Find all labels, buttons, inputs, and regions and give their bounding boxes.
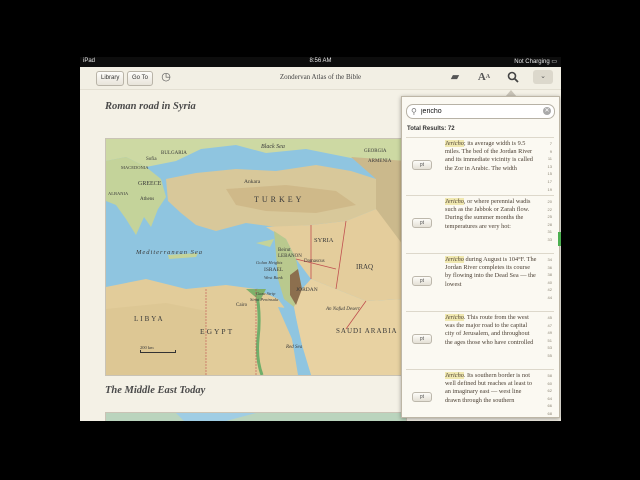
side-tab-indicator xyxy=(558,232,561,246)
search-field-icon: ⚲ xyxy=(411,107,417,116)
top-toolbar: Library Go To ◷ Zondervan Atlas of the B… xyxy=(80,67,561,90)
label-damascus: Damascus xyxy=(304,259,325,264)
total-results: Total Results: 72 xyxy=(407,126,455,132)
result-line-numbers: 58606264666870 xyxy=(547,373,552,415)
label-saudi: SAUDI ARABIA xyxy=(336,327,398,335)
result-highlight: Jericho xyxy=(445,198,464,205)
label-sofia: Sofia xyxy=(146,157,157,162)
search-field[interactable]: ⚲ ✕ xyxy=(406,104,555,119)
result-page-badge[interactable]: pt xyxy=(412,218,432,228)
search-result-item[interactable]: pt Jericho. This route from the west was … xyxy=(406,311,554,369)
font-size-icon[interactable]: AA xyxy=(477,70,491,84)
result-highlight: Jericho xyxy=(445,140,464,147)
map-scale-label: 200 km xyxy=(140,345,154,350)
toc-button-icon[interactable]: ⌄ xyxy=(533,70,553,84)
label-lebanon: LEBANON xyxy=(278,254,302,259)
label-armenia: ARMENIA xyxy=(368,159,392,164)
search-result-item[interactable]: pt Jericho. Its southern border is not we… xyxy=(406,369,554,415)
result-snippet: Jericho. This route from the west was th… xyxy=(445,314,537,366)
search-result-item[interactable]: pt Jericho; its average width is 9.5 mile… xyxy=(406,137,554,195)
battery-icon: ▭ xyxy=(551,59,557,65)
result-snippet: Jericho during August is 104°F. The Jord… xyxy=(445,256,537,308)
label-israel: ISRAEL xyxy=(264,267,284,273)
bookmarks-bag-icon[interactable]: ▰ xyxy=(448,70,462,84)
middle-east-map[interactable]: BULGARIA Sofia MACEDONIA GREECE ALBANIA … xyxy=(105,138,407,376)
search-result-item[interactable]: pt Jericho during August is 104°F. The Jo… xyxy=(406,253,554,311)
label-iraq: IRAQ xyxy=(356,263,374,271)
label-syria: SYRIA xyxy=(314,237,334,244)
label-jordan: JORDAN xyxy=(296,287,318,293)
label-golan: Golan Heights xyxy=(256,260,283,265)
font-icon-label: A xyxy=(477,71,486,83)
label-cairo: Cairo xyxy=(236,303,248,308)
label-west-bank: West Bank xyxy=(264,275,283,280)
label-libya: LIBYA xyxy=(134,315,165,323)
battery-text: Not Charging xyxy=(514,59,550,65)
result-line-numbers: 7 9 11 13 15 17 19 xyxy=(547,141,552,192)
label-black-sea: Black Sea xyxy=(261,144,285,150)
search-popover: ⚲ ✕ Total Results: 72 pt Jericho; its ave… xyxy=(401,96,560,418)
result-snippet: Jericho, or where perennial wadis such a… xyxy=(445,198,537,250)
status-time: 8:56 AM xyxy=(309,58,332,64)
label-albania: ALBANIA xyxy=(108,191,129,196)
search-icon[interactable] xyxy=(506,70,520,84)
battery-status: Not Charging ▭ xyxy=(514,58,557,65)
result-highlight: Jericho xyxy=(445,372,464,379)
label-ankara: Ankara xyxy=(244,179,261,185)
status-bar: iPad 8:56 AM Not Charging ▭ xyxy=(80,57,561,67)
result-line-numbers: 34 36 38 40 42 44 xyxy=(547,257,552,300)
map-graphic xyxy=(106,139,406,375)
search-results-list[interactable]: pt Jericho; its average width is 9.5 mile… xyxy=(406,137,554,415)
search-result-item[interactable]: pt Jericho, or where perennial wadis such… xyxy=(406,195,554,253)
label-bulgaria: BULGARIA xyxy=(161,151,187,156)
label-red-sea: Red Sea xyxy=(286,345,303,350)
result-page-badge[interactable]: pt xyxy=(412,334,432,344)
result-line-numbers: 20 22 25 28 31 33 xyxy=(547,199,552,242)
label-sinai: Sinai Peninsula xyxy=(250,297,279,302)
map-scale-bar: 200 km xyxy=(140,345,176,353)
result-line-numbers: 45 47 49 51 53 55 xyxy=(547,315,552,358)
result-snippet: Jericho. Its southern border is not well… xyxy=(445,372,537,415)
result-highlight: Jericho xyxy=(445,314,464,321)
result-page-badge[interactable]: pt xyxy=(412,160,432,170)
label-athens: Athens xyxy=(140,197,155,202)
middle-east-map-2[interactable] xyxy=(105,412,407,421)
label-georgia: GEORGIA xyxy=(364,149,387,154)
result-snippet: Jericho; its average width is 9.5 miles.… xyxy=(445,140,537,192)
search-input[interactable] xyxy=(421,106,539,116)
label-greece: GREECE xyxy=(138,181,162,187)
label-macedonia: MACEDONIA xyxy=(121,165,149,170)
result-highlight: Jericho xyxy=(445,256,464,263)
map2-graphic xyxy=(106,413,406,421)
heading-roman-road: Roman road in Syria xyxy=(105,101,196,112)
label-med-sea: Mediterranean Sea xyxy=(136,249,204,256)
heading-middle-east-today: The Middle East Today xyxy=(105,385,206,396)
label-turkey: TURKEY xyxy=(254,195,305,204)
label-egypt: EGYPT xyxy=(200,327,235,336)
label-nafud: An Nafud Desert xyxy=(326,307,360,312)
clear-search-icon[interactable]: ✕ xyxy=(543,107,551,115)
result-page-badge[interactable]: pt xyxy=(412,392,432,402)
result-page-badge[interactable]: pt xyxy=(412,276,432,286)
label-beirut: Beirut xyxy=(278,248,291,253)
label-gaza: Gaza Strip xyxy=(256,291,276,296)
